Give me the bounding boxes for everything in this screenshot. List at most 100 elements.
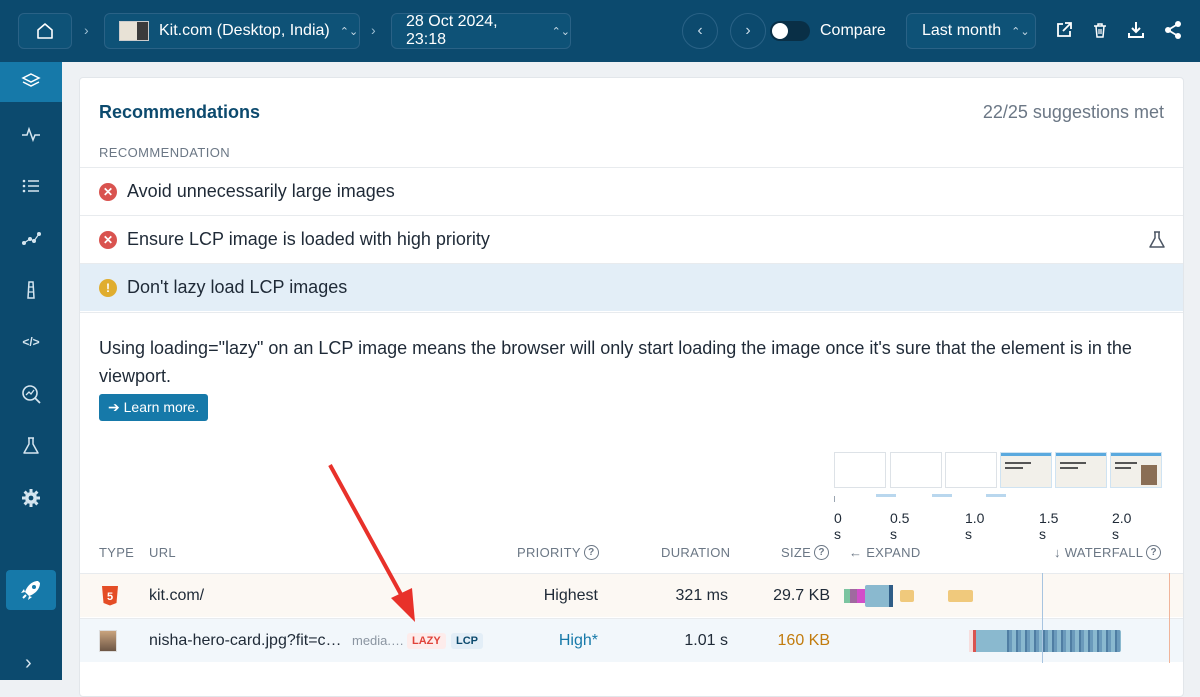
- request-url[interactable]: kit.com/: [149, 587, 204, 605]
- filmstrip-frame[interactable]: [1000, 452, 1052, 488]
- chevron-updown-icon: ⌃⌄: [1011, 25, 1030, 38]
- waterfall-segment: [889, 584, 893, 607]
- home-icon: [37, 23, 53, 39]
- waterfall-segment: [857, 588, 865, 603]
- range-selector[interactable]: Last month ⌃⌄: [906, 13, 1036, 49]
- compare-toggle[interactable]: [770, 21, 810, 41]
- chevron-left-icon: ‹: [697, 22, 703, 39]
- waterfall-segment: [850, 588, 857, 603]
- share-icon: [1165, 21, 1181, 39]
- external-link-button[interactable]: [1052, 18, 1076, 42]
- filmstrip-frame[interactable]: [890, 452, 942, 488]
- recommendation-row[interactable]: ✕ Ensure LCP image is loaded with high p…: [80, 215, 1183, 263]
- recommendation-row[interactable]: ✕ Avoid unnecessarily large images: [80, 167, 1183, 215]
- help-icon[interactable]: ?: [814, 545, 830, 560]
- learn-more-button[interactable]: ➔ Learn more.: [99, 394, 209, 421]
- timeline-tick: 0 s: [834, 510, 842, 542]
- range-label: Last month: [922, 22, 1002, 39]
- waterfall-segment: [900, 589, 914, 602]
- request-row[interactable]: 5 kit.com/ Highest 321 ms 29.7 KB: [80, 573, 1183, 617]
- sidebar-expand-button[interactable]: ›: [25, 652, 32, 675]
- date-selector[interactable]: 28 Oct 2024, 23:18 ⌃⌄: [391, 13, 571, 49]
- warning-icon: !: [99, 278, 117, 297]
- breadcrumb-separator: ›: [371, 22, 376, 38]
- layers-icon: [21, 73, 41, 87]
- site-label: Kit.com (Desktop, India): [159, 22, 330, 39]
- chevron-right-icon: ›: [745, 22, 751, 39]
- recommendation-label: Ensure LCP image is loaded with high pri…: [127, 229, 490, 249]
- share-button[interactable]: [1161, 18, 1185, 42]
- divider: [80, 312, 1183, 313]
- sidebar-item-lighthouse[interactable]: [0, 270, 62, 310]
- request-priority: High*: [558, 631, 598, 649]
- sidebar-item-trends[interactable]: [0, 218, 62, 258]
- request-row[interactable]: nisha-hero-card.jpg?fit=c… media.… LAZY …: [80, 618, 1183, 662]
- fail-icon: ✕: [99, 230, 117, 249]
- column-header-size: SIZE?: [781, 545, 830, 560]
- timeline-tick: 2.0 s: [1112, 510, 1132, 542]
- flask-icon: [23, 437, 39, 454]
- sidebar-item-list[interactable]: [0, 166, 62, 206]
- filmstrip-frame[interactable]: [834, 452, 886, 488]
- image-thumb-icon: [99, 629, 117, 652]
- timeline-tick: 0.5 s: [890, 510, 910, 542]
- column-header-duration: DURATION: [661, 545, 731, 560]
- date-label: 28 Oct 2024, 23:18: [406, 13, 498, 48]
- site-thumbnail-icon: [119, 21, 149, 41]
- delete-button[interactable]: [1088, 18, 1112, 42]
- toggle-knob: [772, 23, 788, 39]
- sidebar-item-settings[interactable]: [0, 478, 62, 518]
- recommendation-column-header: RECOMMENDATION: [99, 145, 231, 160]
- sidebar: </> ›: [0, 62, 62, 680]
- timeline-tick: 1.5 s: [1039, 510, 1059, 542]
- sidebar-item-experiments[interactable]: [0, 426, 62, 466]
- external-link-icon: [1057, 22, 1072, 37]
- chevron-updown-icon: ⌃⌄: [339, 25, 359, 38]
- sidebar-item-overview[interactable]: [0, 62, 62, 102]
- recommendation-label: Avoid unnecessarily large images: [127, 181, 395, 201]
- compare-label: Compare: [820, 22, 886, 39]
- recommendation-row-selected[interactable]: ! Don't lazy load LCP images: [80, 263, 1183, 311]
- expand-button[interactable]: ← EXPAND: [849, 545, 921, 560]
- chevron-updown-icon: ⌃⌄: [551, 25, 570, 38]
- filmstrip-frame[interactable]: [1110, 452, 1162, 488]
- recommendations-card: Recommendations 22/25 suggestions met RE…: [79, 77, 1184, 697]
- flask-icon[interactable]: [1147, 230, 1167, 250]
- recommendation-description: Using loading="lazy" on an LCP image mea…: [99, 338, 1132, 386]
- html5-icon: 5: [102, 585, 118, 605]
- next-button[interactable]: ›: [730, 13, 766, 49]
- download-button[interactable]: [1124, 18, 1148, 42]
- pulse-icon: [22, 126, 40, 143]
- scatter-icon: [22, 232, 41, 245]
- column-header-priority: PRIORITY?: [517, 545, 599, 560]
- tower-icon: [27, 281, 35, 299]
- column-header-url: URL: [149, 545, 176, 560]
- timeline-tick: 1.0 s: [965, 510, 985, 542]
- sidebar-item-code[interactable]: </>: [0, 322, 62, 362]
- filmstrip-frame[interactable]: [945, 452, 997, 488]
- lcp-badge: LCP: [451, 632, 483, 649]
- filmstrip-frame[interactable]: [1055, 452, 1107, 488]
- waterfall-segment: [976, 629, 1006, 652]
- help-icon[interactable]: ?: [583, 545, 599, 560]
- sidebar-item-analysis[interactable]: [0, 374, 62, 414]
- trash-icon: [1094, 23, 1106, 38]
- top-bar: › Kit.com (Desktop, India) ⌃⌄ › 28 Oct 2…: [0, 0, 1200, 62]
- request-duration: 321 ms: [675, 586, 728, 604]
- fail-icon: ✕: [99, 182, 117, 201]
- previous-button[interactable]: ‹: [682, 13, 718, 49]
- column-header-waterfall[interactable]: ↓ WATERFALL?: [1054, 545, 1162, 560]
- request-size: 29.7 KB: [773, 586, 830, 604]
- request-size: 160 KB: [777, 631, 830, 649]
- suggestions-count: 22/25 suggestions met: [982, 102, 1164, 122]
- request-priority: Highest: [543, 586, 598, 604]
- site-selector[interactable]: Kit.com (Desktop, India) ⌃⌄: [104, 13, 360, 49]
- card-title: Recommendations: [99, 102, 261, 122]
- recommendation-label: Don't lazy load LCP images: [127, 277, 348, 297]
- home-button[interactable]: [18, 13, 72, 49]
- help-icon[interactable]: ?: [1146, 545, 1162, 560]
- sidebar-item-rocket[interactable]: [6, 570, 56, 610]
- list-icon: [22, 179, 39, 193]
- sidebar-item-vitals[interactable]: [0, 114, 62, 154]
- request-url[interactable]: nisha-hero-card.jpg?fit=c…: [149, 632, 342, 650]
